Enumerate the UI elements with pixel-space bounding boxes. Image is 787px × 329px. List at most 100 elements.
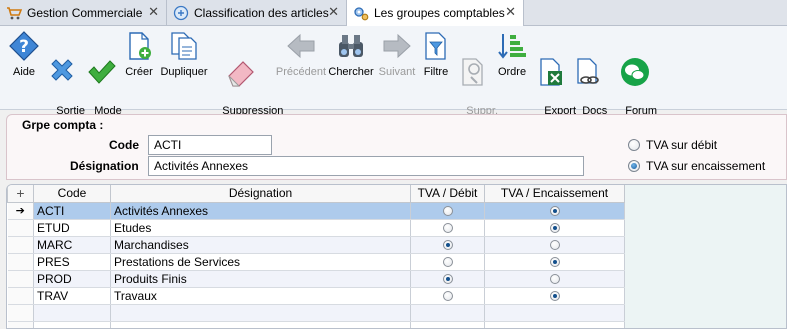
row-indicator bbox=[7, 219, 34, 237]
cell-designation[interactable]: Produits Finis bbox=[110, 270, 411, 288]
cell-code[interactable]: TRAV bbox=[33, 287, 111, 305]
creer-button[interactable]: Créer bbox=[122, 30, 156, 79]
radio-selected-icon bbox=[628, 160, 640, 172]
radio-icon[interactable] bbox=[549, 240, 560, 251]
radio-selected-icon[interactable] bbox=[549, 223, 560, 234]
cell-code[interactable] bbox=[33, 304, 111, 322]
table-row[interactable] bbox=[7, 304, 625, 322]
cell-tva-encaissement[interactable] bbox=[484, 202, 625, 220]
cell-tva-encaissement[interactable] bbox=[484, 270, 625, 288]
radio-icon[interactable] bbox=[442, 291, 453, 302]
radio-icon[interactable] bbox=[442, 206, 453, 217]
cell-tva-encaissement[interactable] bbox=[484, 287, 625, 305]
excel-icon bbox=[540, 58, 562, 86]
cell-designation[interactable]: Activités Annexes bbox=[110, 202, 411, 220]
suivant-button[interactable]: Suivant bbox=[376, 30, 418, 79]
close-icon[interactable]: ✕ bbox=[505, 5, 516, 19]
chercher-button[interactable]: Chercher bbox=[328, 30, 374, 79]
forum-icon bbox=[621, 58, 649, 86]
tab-classification-articles[interactable]: Classification des articles ✕ bbox=[167, 0, 347, 25]
tab-bar: Gestion Commerciale ✕ Classification des… bbox=[0, 0, 787, 26]
tab-groupes-comptables[interactable]: Les groupes comptables ✕ bbox=[347, 0, 524, 26]
add-column-icon[interactable]: + bbox=[7, 185, 34, 203]
cell-designation[interactable]: Prestations de Services bbox=[110, 253, 411, 271]
column-header-tva-encaissement[interactable]: TVA / Encaissement bbox=[484, 185, 625, 203]
radio-selected-icon[interactable] bbox=[549, 291, 560, 302]
cell-code[interactable]: PROD bbox=[33, 270, 111, 288]
cell-tva-encaissement[interactable] bbox=[484, 253, 625, 271]
close-x-icon bbox=[51, 59, 73, 81]
cell-tva-encaissement[interactable] bbox=[484, 219, 625, 237]
radio-icon[interactable] bbox=[549, 274, 560, 285]
column-header-code[interactable]: Code bbox=[33, 185, 111, 203]
tab-label: Gestion Commerciale bbox=[27, 5, 143, 20]
tva-encaissement-radio[interactable]: TVA sur encaissement bbox=[628, 159, 765, 173]
cell-tva-debit[interactable] bbox=[410, 236, 485, 254]
designation-label: Désignation bbox=[70, 159, 139, 173]
tab-gestion-commerciale[interactable]: Gestion Commerciale ✕ bbox=[0, 0, 167, 25]
cell-tva-debit[interactable] bbox=[410, 202, 485, 220]
table-row[interactable] bbox=[7, 321, 625, 328]
tab-label: Les groupes comptables bbox=[374, 6, 505, 20]
table-row[interactable]: ➔ ACTI Activités Annexes bbox=[7, 202, 625, 220]
table-row[interactable]: ETUD Etudes bbox=[7, 219, 625, 237]
tab-label: Classification des articles bbox=[194, 5, 329, 20]
cell-designation[interactable] bbox=[110, 304, 411, 322]
column-header-tva-debit[interactable]: TVA / Débit bbox=[410, 185, 485, 203]
cell-tva-debit[interactable] bbox=[410, 304, 485, 322]
cell-tva-encaissement[interactable] bbox=[484, 236, 625, 254]
sort-order-icon bbox=[498, 34, 526, 59]
table-row[interactable]: TRAV Travaux bbox=[7, 287, 625, 305]
classification-icon bbox=[173, 5, 189, 21]
cell-code[interactable]: ACTI bbox=[33, 202, 111, 220]
remove-filter-icon bbox=[462, 58, 483, 86]
cell-tva-encaissement[interactable] bbox=[484, 321, 625, 328]
cell-tva-debit[interactable] bbox=[410, 321, 485, 328]
ordre-button[interactable]: Ordre bbox=[494, 30, 530, 79]
cell-tva-debit[interactable] bbox=[410, 253, 485, 271]
aide-button[interactable]: ? Aide bbox=[6, 30, 42, 79]
cell-tva-encaissement[interactable] bbox=[484, 304, 625, 322]
arrow-right-icon bbox=[383, 33, 411, 59]
tva-debit-radio[interactable]: TVA sur débit bbox=[628, 138, 717, 152]
table-row[interactable]: MARC Marchandises bbox=[7, 236, 625, 254]
radio-icon[interactable] bbox=[442, 223, 453, 234]
precedent-button[interactable]: Précédent bbox=[274, 30, 328, 79]
cell-code[interactable]: PRES bbox=[33, 253, 111, 271]
radio-selected-icon[interactable] bbox=[549, 206, 560, 217]
new-document-icon bbox=[129, 32, 151, 60]
table-row[interactable]: PROD Produits Finis bbox=[7, 270, 625, 288]
row-indicator bbox=[7, 304, 34, 322]
designation-field[interactable]: Activités Annexes bbox=[148, 156, 584, 176]
cell-tva-debit[interactable] bbox=[410, 270, 485, 288]
table-row[interactable]: PRES Prestations de Services bbox=[7, 253, 625, 271]
duplicate-icon bbox=[171, 32, 197, 60]
cell-code[interactable]: ETUD bbox=[33, 219, 111, 237]
row-indicator bbox=[7, 236, 34, 254]
column-header-designation[interactable]: Désignation bbox=[110, 185, 411, 203]
close-icon[interactable]: ✕ bbox=[148, 5, 159, 19]
cell-designation[interactable] bbox=[110, 321, 411, 328]
cell-designation[interactable]: Travaux bbox=[110, 287, 411, 305]
radio-icon[interactable] bbox=[442, 257, 453, 268]
gears-icon bbox=[353, 5, 369, 21]
cart-icon bbox=[6, 5, 22, 21]
help-icon: ? bbox=[9, 31, 39, 61]
radio-selected-icon[interactable] bbox=[442, 240, 453, 251]
grid-header: + Code Désignation TVA / Débit TVA / Enc… bbox=[7, 185, 625, 203]
cell-code[interactable] bbox=[33, 321, 111, 328]
close-icon[interactable]: ✕ bbox=[328, 5, 339, 19]
dupliquer-button[interactable]: Dupliquer bbox=[158, 30, 210, 79]
cell-tva-debit[interactable] bbox=[410, 287, 485, 305]
toolbar: ? Aide Sortie F3 Mode visu. Créer Dupliq… bbox=[0, 26, 787, 143]
cell-designation[interactable]: Marchandises bbox=[110, 236, 411, 254]
row-indicator bbox=[7, 270, 34, 288]
cell-code[interactable]: MARC bbox=[33, 236, 111, 254]
radio-selected-icon[interactable] bbox=[442, 274, 453, 285]
cell-designation[interactable]: Etudes bbox=[110, 219, 411, 237]
row-indicator: ➔ bbox=[7, 202, 34, 220]
filtre-button[interactable]: Filtre bbox=[420, 30, 452, 79]
radio-selected-icon[interactable] bbox=[549, 257, 560, 268]
code-field[interactable]: ACTI bbox=[148, 135, 272, 155]
cell-tva-debit[interactable] bbox=[410, 219, 485, 237]
